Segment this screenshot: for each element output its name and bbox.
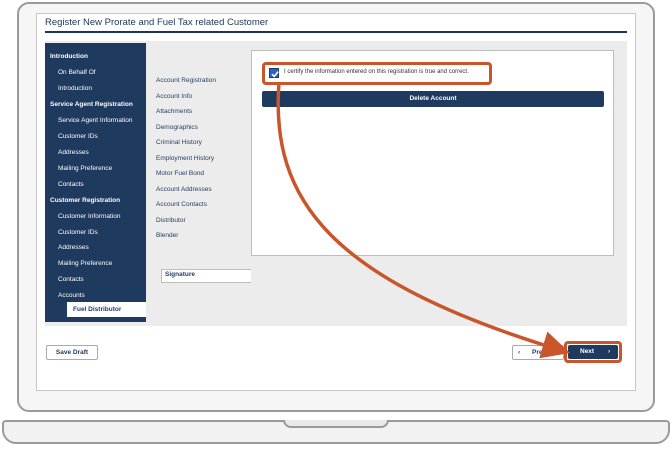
nav-item-customer-registration[interactable]: Customer Registration: [45, 193, 145, 208]
next-button-label: Next: [580, 348, 595, 355]
tab-account-contacts[interactable]: Account Contacts: [156, 199, 207, 211]
title-divider: [45, 31, 627, 33]
nav-item-fuel-distributor[interactable]: Fuel Distributor: [67, 302, 146, 317]
previous-button-label: Previous: [532, 349, 560, 356]
delete-account-button[interactable]: Delete Account: [262, 91, 604, 107]
tab-motor-fuel-bond[interactable]: Motor Fuel Bond: [156, 168, 204, 180]
laptop-notch: [283, 420, 389, 428]
next-highlight: Next ›: [564, 341, 622, 363]
certify-text: I certify the information entered on thi…: [284, 69, 469, 75]
nav-item-customer-information[interactable]: Customer Information: [45, 209, 145, 224]
signature-panel: I certify the information entered on thi…: [251, 50, 614, 256]
tab-employment-history[interactable]: Employment History: [156, 153, 214, 165]
save-draft-button[interactable]: Save Draft: [46, 345, 98, 360]
checkmark-icon: [271, 71, 279, 78]
next-button[interactable]: Next ›: [568, 345, 618, 359]
tab-blender[interactable]: Blender: [156, 230, 178, 242]
nav-item-service-agent-registration[interactable]: Service Agent Registration: [45, 97, 145, 112]
certification-highlight: I certify the information entered on thi…: [262, 62, 492, 85]
nav-item-addresses[interactable]: Addresses: [45, 145, 145, 160]
app-screen: Register New Prorate and Fuel Tax relate…: [36, 13, 636, 391]
previous-button[interactable]: ‹ Previous: [512, 345, 564, 360]
nav-item-mailing-preference[interactable]: Mailing Preference: [45, 161, 145, 176]
tab-signature[interactable]: Signature: [161, 269, 251, 283]
chevron-right-icon: ›: [608, 348, 611, 355]
tab-signature-label: Signature: [165, 271, 195, 278]
chevron-left-icon: ‹: [518, 349, 521, 356]
nav-item-customer-ids[interactable]: Customer IDs: [45, 129, 145, 144]
nav-item-addresses[interactable]: Addresses: [45, 240, 145, 255]
nav-item-customer-ids[interactable]: Customer IDs: [45, 225, 145, 240]
tab-criminal-history[interactable]: Criminal History: [156, 137, 202, 149]
tab-attachments[interactable]: Attachments: [156, 106, 192, 118]
tab-account-info[interactable]: Account Info: [156, 91, 192, 103]
nav-item-contacts[interactable]: Contacts: [45, 272, 145, 287]
nav-item-introduction[interactable]: Introduction: [45, 81, 145, 96]
nav-item-service-agent-information[interactable]: Service Agent Information: [45, 113, 145, 128]
tab-distributor[interactable]: Distributor: [156, 215, 186, 227]
certify-checkbox[interactable]: [269, 68, 279, 78]
nav-item-mailing-preference[interactable]: Mailing Preference: [45, 256, 145, 271]
nav-item-introduction[interactable]: Introduction: [45, 49, 145, 64]
tab-account-registration[interactable]: Account Registration: [156, 75, 216, 87]
nav-item-accounts[interactable]: Accounts: [45, 288, 145, 303]
nav-item-on-behalf-of[interactable]: On Behalf Of: [45, 65, 145, 80]
left-nav: Introduction On Behalf Of Introduction Serv…: [45, 43, 146, 322]
page-title: Register New Prorate and Fuel Tax relate…: [45, 17, 269, 28]
content-area: Introduction On Behalf Of Introduction Serv…: [45, 41, 627, 326]
nav-item-contacts[interactable]: Contacts: [45, 177, 145, 192]
tab-demographics[interactable]: Demographics: [156, 122, 198, 134]
tab-account-addresses[interactable]: Account Addresses: [156, 184, 212, 196]
